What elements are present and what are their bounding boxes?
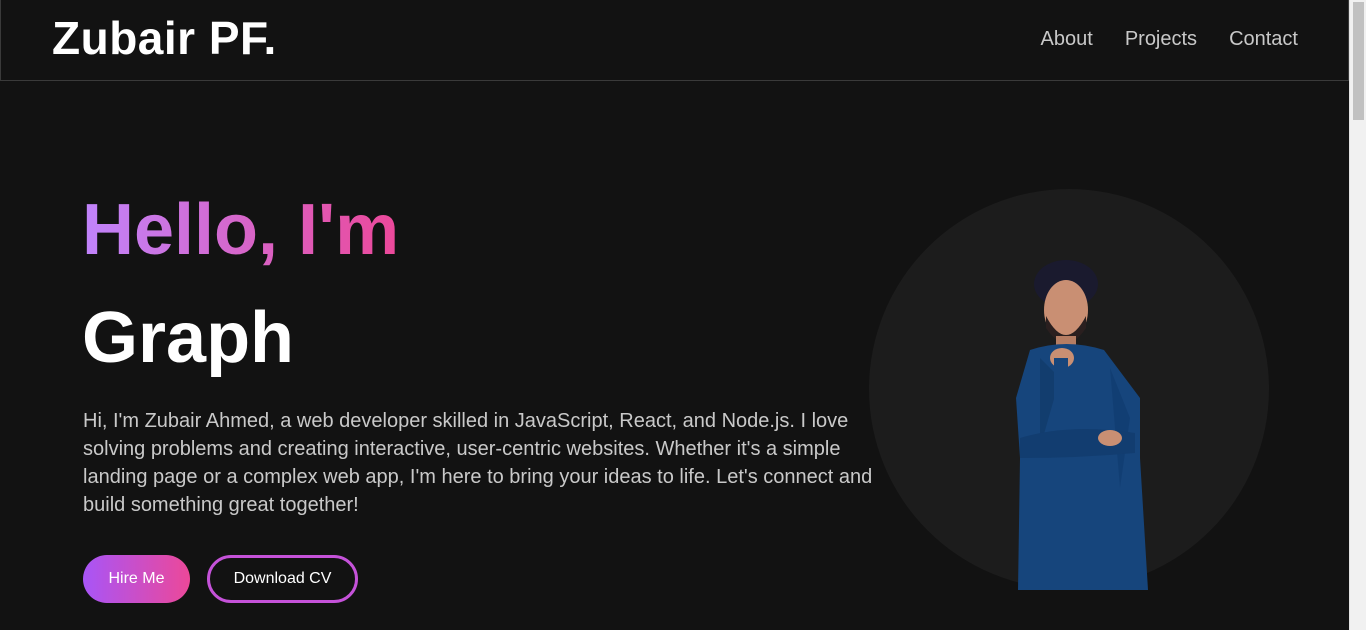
download-cv-button[interactable]: Download CV	[207, 555, 358, 603]
scrollbar-thumb[interactable]	[1353, 2, 1364, 120]
page-scrollbar[interactable]	[1349, 0, 1366, 630]
nav-links: About Projects Contact	[1041, 28, 1298, 51]
hire-me-button[interactable]: Hire Me	[83, 555, 190, 603]
nav-link-contact[interactable]: Contact	[1229, 28, 1298, 51]
brand-logo[interactable]: Zubair PF.	[52, 11, 277, 65]
nav-link-about[interactable]: About	[1041, 28, 1093, 51]
hero-role-typed: Graph	[82, 298, 295, 378]
profile-portrait	[1016, 260, 1148, 590]
nav-link-projects[interactable]: Projects	[1125, 28, 1197, 51]
hero-actions: Hire Me Download CV	[83, 555, 358, 603]
navbar: Zubair PF. About Projects Contact	[0, 0, 1349, 81]
page: Zubair PF. About Projects Contact Hello,…	[0, 0, 1366, 630]
hero-greeting: Hello, I'm	[82, 190, 400, 270]
hero-description: Hi, I'm Zubair Ahmed, a web developer sk…	[83, 410, 873, 516]
